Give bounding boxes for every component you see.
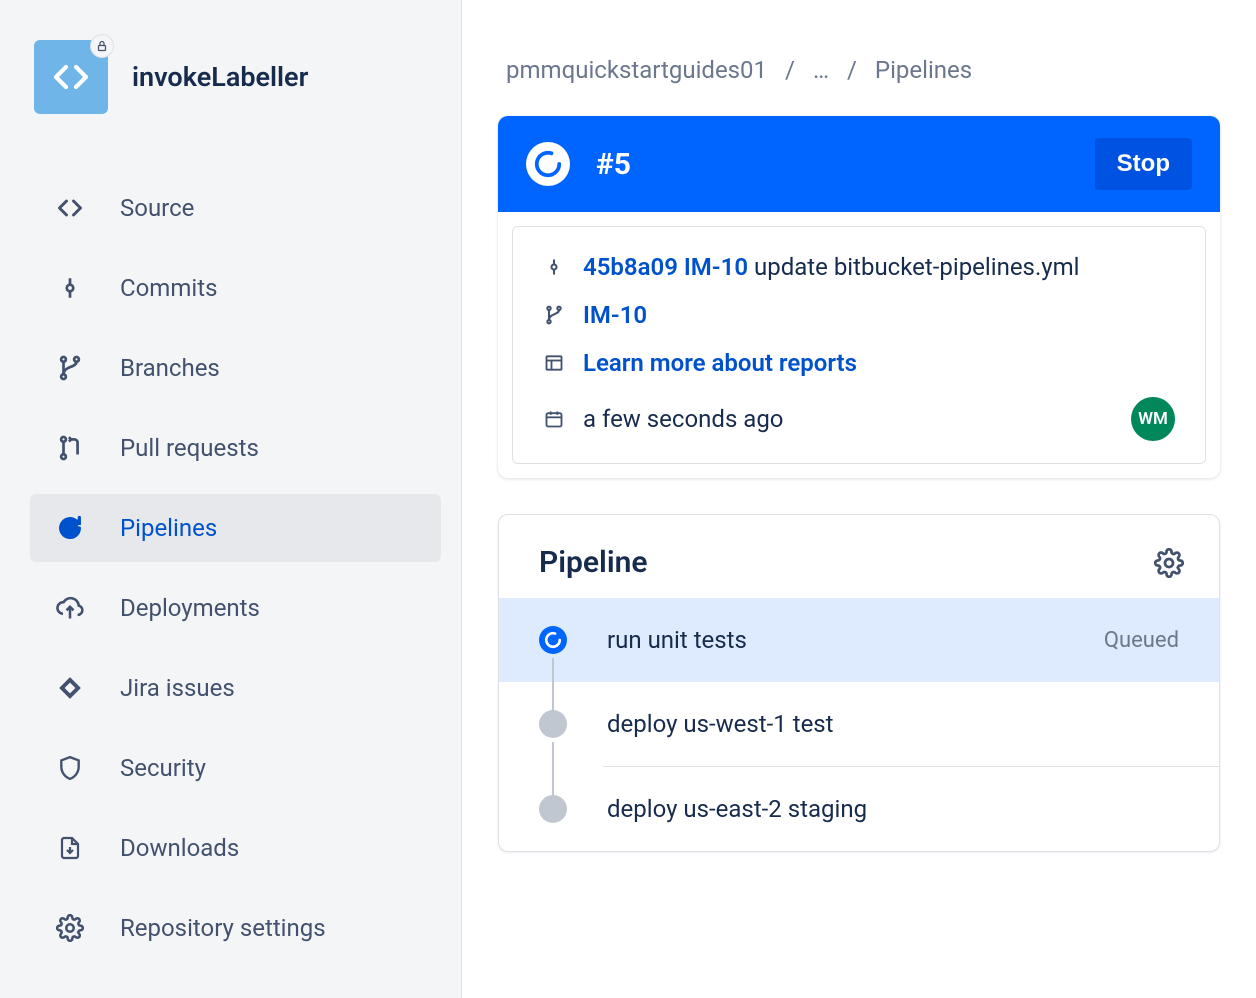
sidebar-item-security[interactable]: Security <box>30 734 441 802</box>
branch-icon <box>56 354 84 382</box>
sidebar-item-label: Repository settings <box>120 914 326 942</box>
branch-link[interactable]: IM-10 <box>583 301 647 329</box>
pull-request-icon <box>56 434 84 462</box>
reports-link[interactable]: Learn more about reports <box>583 349 857 377</box>
breadcrumb-separator: / <box>847 56 857 84</box>
sidebar-item-deployments[interactable]: Deployments <box>30 574 441 642</box>
step-status-running-icon <box>539 626 567 654</box>
stop-button[interactable]: Stop <box>1095 138 1192 190</box>
pipeline-step[interactable]: deploy us-east-2 staging <box>499 767 1219 851</box>
branch-row: IM-10 <box>543 301 1175 329</box>
source-icon <box>56 194 84 222</box>
reports-icon <box>543 352 565 374</box>
sidebar: invokeLabeller Source Commits Branches <box>0 0 462 998</box>
repo-name[interactable]: invokeLabeller <box>132 61 308 93</box>
step-status-pending-icon <box>539 710 567 738</box>
download-icon <box>56 834 84 862</box>
sidebar-item-pull-requests[interactable]: Pull requests <box>30 414 441 482</box>
sidebar-item-label: Source <box>120 194 194 222</box>
calendar-icon <box>543 408 565 430</box>
time-row: a few seconds ago <box>543 405 784 433</box>
commit-message: update bitbucket-pipelines.yml <box>754 253 1080 281</box>
shield-icon <box>56 754 84 782</box>
step-status-pending-icon <box>539 795 567 823</box>
issue-link-inline[interactable]: IM-10 <box>684 253 748 281</box>
sidebar-nav: Source Commits Branches Pull requests <box>30 174 441 962</box>
sidebar-item-label: Downloads <box>120 834 239 862</box>
commit-hash-link[interactable]: 45b8a09 <box>583 253 678 281</box>
main-content: pmmquickstartguides01 / … / Pipelines #5… <box>462 0 1256 998</box>
branch-icon <box>543 304 565 326</box>
deployments-icon <box>56 594 84 622</box>
sidebar-item-label: Deployments <box>120 594 260 622</box>
commit-row: 45b8a09 IM-10 update bitbucket-pipelines… <box>543 253 1175 281</box>
step-label: deploy us-east-2 staging <box>607 795 1179 823</box>
sidebar-item-label: Branches <box>120 354 220 382</box>
commit-icon <box>56 274 84 302</box>
sidebar-item-label: Security <box>120 754 206 782</box>
commit-icon <box>543 256 565 278</box>
avatar[interactable]: WM <box>1131 397 1175 441</box>
sidebar-item-source[interactable]: Source <box>30 174 441 242</box>
pipelines-icon <box>56 514 84 542</box>
run-number: #5 <box>596 147 1069 182</box>
reports-row: Learn more about reports <box>543 349 1175 377</box>
jira-icon <box>56 674 84 702</box>
sidebar-item-label: Pipelines <box>120 514 217 542</box>
sidebar-item-label: Commits <box>120 274 217 302</box>
sidebar-item-branches[interactable]: Branches <box>30 334 441 402</box>
pipeline-steps-card: Pipeline run unit tests Queued d <box>498 514 1220 852</box>
gear-icon <box>56 914 84 942</box>
sidebar-item-jira-issues[interactable]: Jira issues <box>30 654 441 722</box>
run-status-icon <box>526 142 570 186</box>
breadcrumb-root[interactable]: pmmquickstartguides01 <box>506 56 767 84</box>
step-label: deploy us-west-1 test <box>607 710 1179 738</box>
lock-badge <box>90 34 114 58</box>
repo-header: invokeLabeller <box>30 40 441 114</box>
step-label: run unit tests <box>607 626 1064 654</box>
step-status: Queued <box>1104 628 1179 653</box>
run-header: #5 Stop <box>498 116 1220 212</box>
sidebar-item-commits[interactable]: Commits <box>30 254 441 322</box>
pipeline-step[interactable]: run unit tests Queued <box>499 598 1219 682</box>
code-icon <box>51 57 91 97</box>
breadcrumb-ellipsis[interactable]: … <box>813 56 829 84</box>
repo-avatar <box>34 40 108 114</box>
run-time: a few seconds ago <box>583 405 784 433</box>
sidebar-item-downloads[interactable]: Downloads <box>30 814 441 882</box>
sidebar-item-label: Pull requests <box>120 434 259 462</box>
pipeline-settings-button[interactable] <box>1153 547 1185 579</box>
breadcrumb: pmmquickstartguides01 / … / Pipelines <box>498 56 1220 84</box>
sidebar-item-label: Jira issues <box>120 674 235 702</box>
breadcrumb-leaf[interactable]: Pipelines <box>875 56 972 84</box>
sidebar-item-repository-settings[interactable]: Repository settings <box>30 894 441 962</box>
breadcrumb-separator: / <box>785 56 795 84</box>
lock-icon <box>96 40 108 52</box>
pipeline-title: Pipeline <box>539 545 648 580</box>
pipeline-step[interactable]: deploy us-west-1 test <box>499 682 1219 766</box>
sidebar-item-pipelines[interactable]: Pipelines <box>30 494 441 562</box>
pipeline-run-card: #5 Stop 45b8a09 IM-10 update b <box>498 116 1220 478</box>
